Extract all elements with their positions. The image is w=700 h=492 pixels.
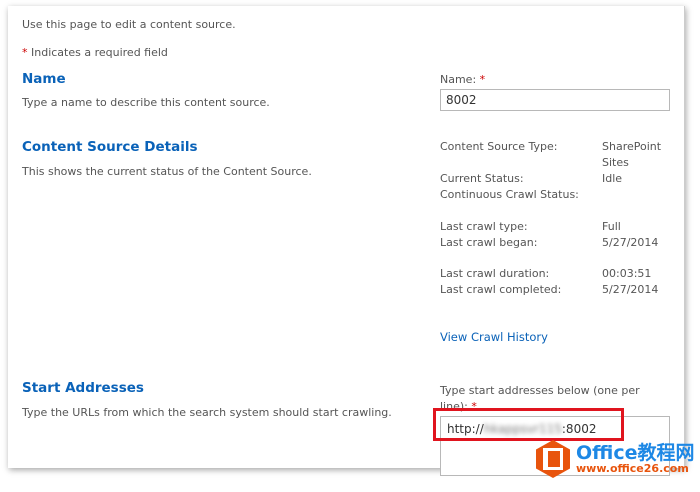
required-note-text: Indicates a required field [27, 46, 168, 59]
detail-label: Continuous Crawl Status: [440, 188, 579, 201]
required-star: * [479, 73, 486, 86]
details-description: This shows the current status of the Con… [22, 165, 312, 178]
watermark-logo: Office教程网 www.office26.com [536, 440, 695, 478]
intro-text: Use this page to edit a content source. [22, 18, 236, 31]
detail-value: 00:03:51 [602, 267, 652, 280]
highlight-box [433, 408, 624, 441]
name-heading: Name [22, 71, 66, 87]
detail-value: 5/27/2014 [602, 236, 659, 249]
office-logo-icon [536, 440, 570, 478]
detail-label: Last crawl began: [440, 236, 538, 249]
details-heading: Content Source Details [22, 139, 198, 155]
detail-label: Current Status: [440, 172, 524, 185]
name-label-text: Name: [440, 73, 477, 86]
content-source-panel [8, 6, 685, 468]
view-crawl-history-link[interactable]: View Crawl History [440, 330, 548, 344]
detail-value: Idle [602, 172, 623, 185]
detail-value: 5/27/2014 [602, 283, 659, 296]
start-addresses-heading: Start Addresses [22, 380, 144, 396]
required-note: * Indicates a required field [22, 46, 168, 59]
name-field-label: Name: * [440, 73, 485, 86]
name-input[interactable]: 8002 [440, 89, 670, 111]
detail-label: Content Source Type: [440, 140, 558, 153]
detail-label: Last crawl type: [440, 220, 528, 233]
detail-value: SharePoint [602, 140, 662, 153]
watermark-brand: Office教程网 [576, 442, 695, 464]
detail-label: Last crawl completed: [440, 283, 562, 296]
detail-value: Full [602, 220, 621, 233]
detail-value: Sites [602, 156, 629, 169]
watermark-site: www.office26.com [576, 462, 689, 475]
start-addresses-description: Type the URLs from which the search syst… [22, 406, 392, 419]
name-description: Type a name to describe this content sou… [22, 96, 270, 109]
detail-label: Last crawl duration: [440, 267, 550, 280]
start-addresses-label: Type start addresses below (one per [440, 384, 640, 397]
